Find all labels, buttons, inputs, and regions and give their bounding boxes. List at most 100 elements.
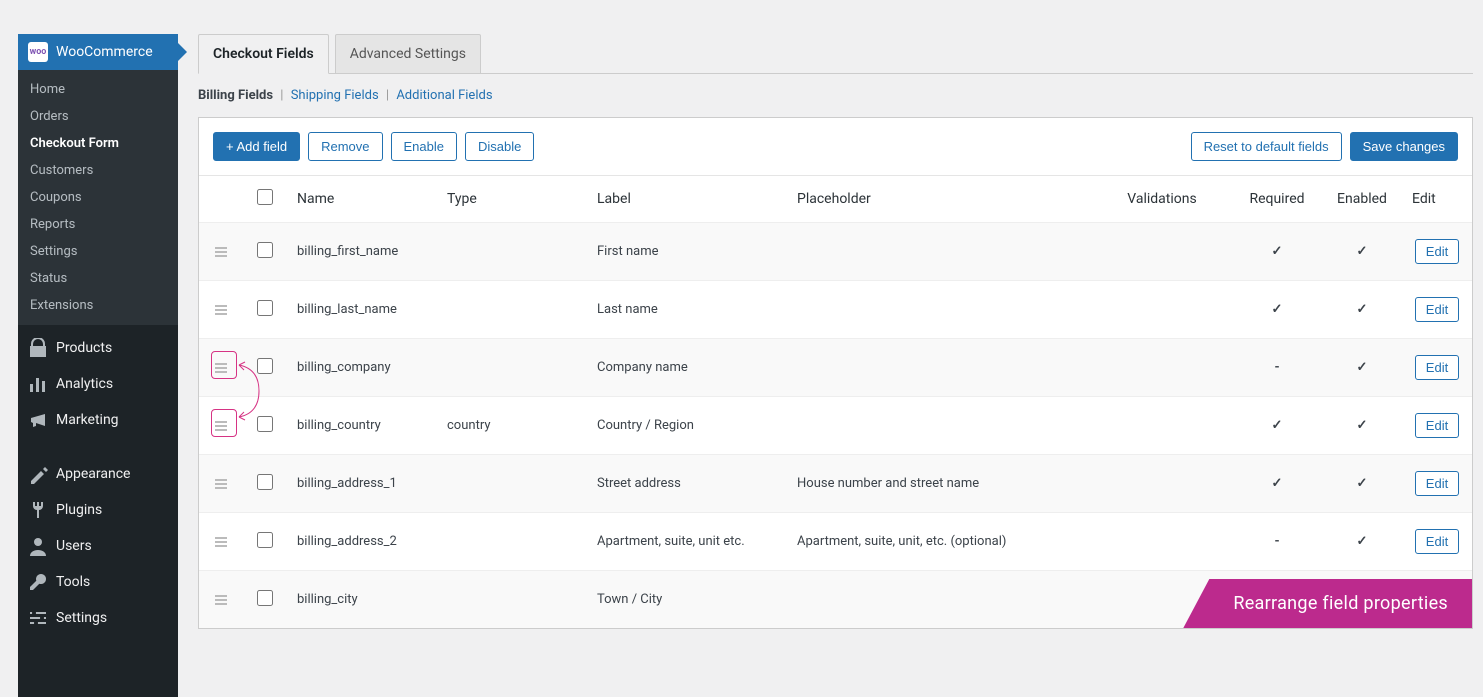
cell-name: billing_country: [287, 397, 437, 455]
drag-handle-icon[interactable]: [209, 421, 233, 431]
sidebar-item-label: Plugins: [56, 502, 102, 518]
row-checkbox[interactable]: [257, 474, 273, 490]
cell-validations: [1092, 281, 1232, 339]
edit-button[interactable]: Edit: [1415, 413, 1459, 438]
cell-required: -: [1232, 513, 1322, 571]
cell-enabled: ✓: [1322, 281, 1402, 339]
sidebar-item-label: Settings: [56, 610, 107, 626]
table-row: billing_countrycountryCountry / Region✓✓…: [199, 397, 1472, 455]
products-icon: [28, 338, 48, 358]
sidebar-sub-orders[interactable]: Orders: [18, 103, 178, 130]
drag-handle-icon[interactable]: [209, 305, 233, 315]
sidebar-item-label: Users: [56, 538, 92, 554]
row-checkbox[interactable]: [257, 358, 273, 374]
cell-validations: [1092, 397, 1232, 455]
cell-label: Company name: [587, 339, 787, 397]
cell-type: [437, 339, 587, 397]
settings-icon: [28, 608, 48, 628]
cell-name: billing_city: [287, 571, 437, 629]
row-checkbox[interactable]: [257, 242, 273, 258]
tab-checkout-fields[interactable]: Checkout Fields: [198, 34, 329, 74]
subnav-link-shipping[interactable]: Shipping Fields: [291, 88, 379, 103]
cell-enabled: ✓: [1322, 455, 1402, 513]
edit-button[interactable]: Edit: [1415, 355, 1459, 380]
cell-placeholder: [787, 397, 1092, 455]
remove-button[interactable]: Remove: [308, 132, 382, 161]
tab-advanced-settings[interactable]: Advanced Settings: [335, 34, 481, 74]
row-checkbox[interactable]: [257, 300, 273, 316]
drag-handle-icon[interactable]: [209, 537, 233, 547]
edit-button[interactable]: Edit: [1415, 297, 1459, 322]
sidebar-item-label: Marketing: [56, 412, 119, 428]
admin-sidebar: woo WooCommerce HomeOrdersCheckout FormC…: [18, 34, 178, 697]
sidebar-sub-checkout-form[interactable]: Checkout Form: [18, 130, 178, 157]
add-field-button[interactable]: + Add field: [213, 132, 300, 161]
edit-button[interactable]: Edit: [1415, 529, 1459, 554]
cell-validations: [1092, 339, 1232, 397]
sidebar-item-tools[interactable]: Tools: [18, 564, 178, 600]
table-row: billing_address_2Apartment, suite, unit …: [199, 513, 1472, 571]
cell-placeholder: [787, 339, 1092, 397]
enable-button[interactable]: Enable: [391, 132, 457, 161]
sidebar-sub-coupons[interactable]: Coupons: [18, 184, 178, 211]
drag-handle-icon[interactable]: [209, 479, 233, 489]
cell-required: ✓: [1232, 223, 1322, 281]
cell-required: ✓: [1232, 281, 1322, 339]
sidebar-sub-customers[interactable]: Customers: [18, 157, 178, 184]
cell-enabled: ✓: [1322, 513, 1402, 571]
cell-validations: [1092, 455, 1232, 513]
cell-placeholder: Apartment, suite, unit, etc. (optional): [787, 513, 1092, 571]
save-button[interactable]: Save changes: [1350, 132, 1458, 161]
reset-button[interactable]: Reset to default fields: [1191, 132, 1342, 161]
column-enabled: Enabled: [1322, 176, 1402, 223]
cell-placeholder: [787, 571, 1092, 629]
cell-validations: [1092, 223, 1232, 281]
subnav: Billing Fields | Shipping Fields | Addit…: [198, 74, 1473, 117]
row-checkbox[interactable]: [257, 416, 273, 432]
cell-type: [437, 571, 587, 629]
analytics-icon: [28, 374, 48, 394]
cell-placeholder: [787, 223, 1092, 281]
drag-handle-icon[interactable]: [209, 247, 233, 257]
appearance-icon: [28, 464, 48, 484]
cell-label: Town / City: [587, 571, 787, 629]
sidebar-item-users[interactable]: Users: [18, 528, 178, 564]
sidebar-sub-status[interactable]: Status: [18, 265, 178, 292]
sidebar-sub-reports[interactable]: Reports: [18, 211, 178, 238]
cell-placeholder: [787, 281, 1092, 339]
row-checkbox[interactable]: [257, 532, 273, 548]
subnav-link-additional[interactable]: Additional Fields: [396, 88, 492, 103]
cell-required: -: [1232, 339, 1322, 397]
subnav-active: Billing Fields: [198, 88, 273, 103]
sidebar-sub-settings[interactable]: Settings: [18, 238, 178, 265]
cell-label: First name: [587, 223, 787, 281]
sidebar-item-marketing[interactable]: Marketing: [18, 402, 178, 438]
sidebar-item-products[interactable]: Products: [18, 330, 178, 366]
cell-label: Country / Region: [587, 397, 787, 455]
cell-type: [437, 223, 587, 281]
sidebar-item-appearance[interactable]: Appearance: [18, 456, 178, 492]
drag-handle-icon[interactable]: [209, 595, 233, 605]
disable-button[interactable]: Disable: [465, 132, 534, 161]
column-edit: Edit: [1402, 176, 1472, 223]
tabs-nav: Checkout FieldsAdvanced Settings: [198, 34, 1473, 74]
sidebar-item-settings[interactable]: Settings: [18, 600, 178, 636]
tools-icon: [28, 572, 48, 592]
sidebar-item-plugins[interactable]: Plugins: [18, 492, 178, 528]
edit-button[interactable]: Edit: [1415, 471, 1459, 496]
row-checkbox[interactable]: [257, 590, 273, 606]
sidebar-sub-extensions[interactable]: Extensions: [18, 292, 178, 319]
sidebar-item-label: Products: [56, 340, 112, 356]
drag-handle-icon[interactable]: [209, 363, 233, 373]
cell-name: billing_address_2: [287, 513, 437, 571]
cell-type: [437, 513, 587, 571]
select-all-checkbox[interactable]: [257, 189, 273, 205]
cell-placeholder: House number and street name: [787, 455, 1092, 513]
edit-button[interactable]: Edit: [1415, 239, 1459, 264]
sidebar-item-label: Tools: [56, 574, 90, 590]
sidebar-item-woocommerce[interactable]: woo WooCommerce: [18, 34, 178, 70]
cell-name: billing_last_name: [287, 281, 437, 339]
sidebar-item-analytics[interactable]: Analytics: [18, 366, 178, 402]
sidebar-sub-home[interactable]: Home: [18, 76, 178, 103]
cell-name: billing_address_1: [287, 455, 437, 513]
